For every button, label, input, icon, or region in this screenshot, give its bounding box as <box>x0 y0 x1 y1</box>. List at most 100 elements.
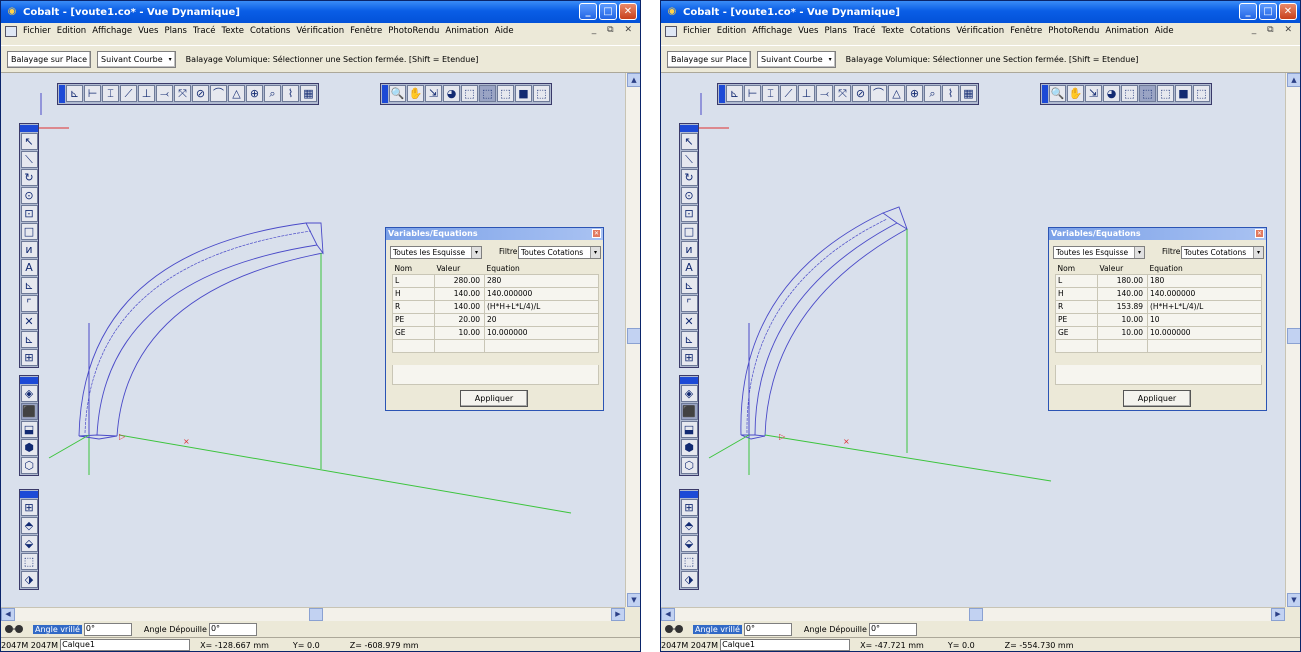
menu-affichage[interactable]: Affichage <box>89 26 135 36</box>
sweep-icon[interactable]: ⬛ <box>680 403 698 420</box>
view-wire-icon[interactable]: ⬚ <box>497 85 514 102</box>
table-row[interactable]: PE 10.00 10 <box>1055 312 1262 327</box>
viewport-3d[interactable]: × ▷ ⊾ ⊢ ⌶ ⟋ ⊥ ⤙ ⤧ ⊘ ⌒ △ ⊕ ⌕ ⌇ ▦ 🔍 ✋ ⇲ ◕ <box>1 73 625 607</box>
tool-lasso-icon[interactable]: ⌕ <box>264 85 281 102</box>
tool-diameter-icon[interactable]: ⊘ <box>192 85 209 102</box>
boolean-add-icon[interactable]: ⊞ <box>20 499 38 516</box>
scroll-right-icon[interactable]: ▶ <box>611 608 625 621</box>
table-row[interactable]: R 140.00 (H*H+L*L/4)/L <box>392 299 599 314</box>
table-row[interactable]: L 180.00 180 <box>1055 273 1262 288</box>
trim-icon[interactable]: ✕ <box>680 313 698 330</box>
menu-plans[interactable]: Plans <box>161 26 190 36</box>
title-bar[interactable]: ◉ Cobalt - [voute1.co* - Vue Dynamique] … <box>661 1 1300 23</box>
menu-fichier[interactable]: Fichier <box>680 26 714 36</box>
suivant-courbe-dropdown[interactable]: Suivant Courbe ▾ <box>757 50 836 68</box>
tool-grid-icon[interactable]: ▦ <box>300 85 317 102</box>
tool-radius-icon[interactable]: ⌒ <box>210 85 227 102</box>
tool-perpendicular-icon[interactable]: ⊥ <box>798 85 815 102</box>
rotate-view-icon[interactable]: ⇲ <box>1085 85 1102 102</box>
rectangle-icon[interactable]: □ <box>680 223 698 240</box>
pan-hand-icon[interactable]: ✋ <box>407 85 424 102</box>
menu-aide[interactable]: Aide <box>1152 26 1177 36</box>
blend-icon[interactable]: ⬗ <box>20 571 38 588</box>
scroll-thumb[interactable] <box>969 608 983 621</box>
var-equation[interactable]: 10.000000 <box>484 325 599 340</box>
document-icon[interactable] <box>5 25 17 37</box>
menu-verification[interactable]: Vérification <box>293 26 347 36</box>
zoom-icon[interactable]: 🔍 <box>389 85 406 102</box>
ellipse-icon[interactable]: ⊡ <box>680 205 698 222</box>
menu-verification[interactable]: Vérification <box>953 26 1007 36</box>
tool-center-icon[interactable]: ⊕ <box>906 85 923 102</box>
menu-animation[interactable]: Animation <box>1102 26 1151 36</box>
menu-fichier[interactable]: Fichier <box>20 26 54 36</box>
table-row[interactable]: R 153.89 (H*H+L*L/4)/L <box>1055 299 1262 314</box>
horizontal-scrollbar[interactable]: ◀ ▶ <box>1 607 625 621</box>
menu-affichage[interactable]: Affichage <box>749 26 795 36</box>
horizontal-scrollbar[interactable]: ◀ ▶ <box>661 607 1285 621</box>
spline-icon[interactable]: ᴎ <box>20 241 38 258</box>
dimension-filter-select[interactable]: Toutes Cotations ▾ <box>518 246 601 259</box>
rotate-view-icon[interactable]: ⇲ <box>425 85 442 102</box>
chamfer-icon[interactable]: ⬚ <box>680 553 698 570</box>
select-arrow-icon[interactable]: ↖ <box>680 133 698 150</box>
tool-symmetric-icon[interactable]: ⤧ <box>834 85 851 102</box>
tool-triangle-icon[interactable]: △ <box>888 85 905 102</box>
line-icon[interactable]: ⟍ <box>20 151 38 168</box>
maximize-button[interactable]: □ <box>1259 3 1277 20</box>
render-shaded-icon[interactable]: ◕ <box>443 85 460 102</box>
tool-dim-vertical-icon[interactable]: ⌶ <box>762 85 779 102</box>
tool-radius-icon[interactable]: ⌒ <box>870 85 887 102</box>
menu-cotations[interactable]: Cotations <box>247 26 293 36</box>
var-equation[interactable]: 20 <box>484 312 599 327</box>
view-solid-icon[interactable]: ■ <box>1175 85 1192 102</box>
menu-fenetre[interactable]: Fenêtre <box>1007 26 1045 36</box>
tool-dim-vertical-icon[interactable]: ⌶ <box>102 85 119 102</box>
scroll-right-icon[interactable]: ▶ <box>1271 608 1285 621</box>
extrude-icon[interactable]: ◈ <box>20 385 38 402</box>
arc-icon[interactable]: ↻ <box>680 169 698 186</box>
menu-texte[interactable]: Texte <box>219 26 247 36</box>
tool-grid-icon[interactable]: ▦ <box>960 85 977 102</box>
trim-icon[interactable]: ✕ <box>20 313 38 330</box>
scroll-thumb[interactable] <box>309 608 323 621</box>
var-equation[interactable]: 180 <box>1147 273 1262 288</box>
tool-dim-horizontal-icon[interactable]: ⊢ <box>744 85 761 102</box>
layer-select[interactable]: Calque1 <box>720 639 851 651</box>
toolbar-grip[interactable] <box>680 125 698 132</box>
var-equation[interactable]: 140.000000 <box>484 286 599 301</box>
dimension-filter-select[interactable]: Toutes Cotations ▾ <box>1181 246 1264 259</box>
sketch-filter-select[interactable]: Toutes les Esquisse ▾ <box>390 246 482 259</box>
mdi-controls[interactable]: _ ⧉ ✕ <box>592 25 636 35</box>
minimize-button[interactable]: _ <box>579 3 597 20</box>
table-row[interactable]: GE 10.00 10.000000 <box>392 325 599 340</box>
balayage-sur-place-button[interactable]: Balayage sur Place <box>7 50 92 68</box>
extrude-icon[interactable]: ◈ <box>680 385 698 402</box>
hatch-icon[interactable]: ⊞ <box>20 349 38 366</box>
dialog-close-icon[interactable]: ✕ <box>1255 229 1264 238</box>
menu-aide[interactable]: Aide <box>492 26 517 36</box>
sketch-filter-select[interactable]: Toutes les Esquisse ▾ <box>1053 246 1145 259</box>
var-equation[interactable]: 140.000000 <box>1147 286 1262 301</box>
view-box-icon[interactable]: ⬚ <box>533 85 550 102</box>
tool-center-icon[interactable]: ⊕ <box>246 85 263 102</box>
tool-dim-oblique-icon[interactable]: ⟋ <box>780 85 797 102</box>
menu-plans[interactable]: Plans <box>821 26 850 36</box>
tool-dim-oblique-icon[interactable]: ⟋ <box>120 85 137 102</box>
tool-lasso-icon[interactable]: ⌕ <box>924 85 941 102</box>
spline-icon[interactable]: ᴎ <box>680 241 698 258</box>
dialog-title-bar[interactable]: Variables/Equations ✕ <box>386 228 603 240</box>
ellipse-icon[interactable]: ⊡ <box>20 205 38 222</box>
document-icon[interactable] <box>665 25 677 37</box>
tool-triangle-icon[interactable]: △ <box>228 85 245 102</box>
var-equation[interactable]: (H*H+L*L/4)/L <box>1147 299 1262 314</box>
tool-diameter-icon[interactable]: ⊘ <box>852 85 869 102</box>
hatch-icon[interactable]: ⊞ <box>680 349 698 366</box>
toolbar-grip[interactable] <box>20 491 38 498</box>
tool-tangent-icon[interactable]: ⤙ <box>816 85 833 102</box>
view-solid-icon[interactable]: ■ <box>515 85 532 102</box>
tool-curve-icon[interactable]: ⌇ <box>942 85 959 102</box>
scroll-up-icon[interactable]: ▲ <box>627 73 640 87</box>
var-equation[interactable]: (H*H+L*L/4)/L <box>484 299 599 314</box>
suivant-courbe-dropdown[interactable]: Suivant Courbe ▾ <box>97 50 176 68</box>
